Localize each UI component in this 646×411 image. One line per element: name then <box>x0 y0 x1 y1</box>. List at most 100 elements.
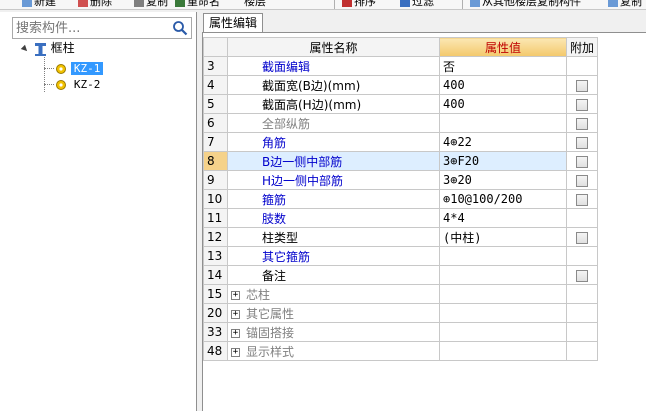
property-value-cell[interactable] <box>439 341 567 361</box>
property-name: H边一侧中部筋 <box>262 173 344 188</box>
property-name-header[interactable]: 属性名称 <box>227 37 440 57</box>
table-row[interactable]: 13 其它箍筋 <box>203 246 599 266</box>
row-number[interactable]: 11 <box>203 208 228 228</box>
attach-checkbox[interactable] <box>576 174 588 187</box>
attach-checkbox[interactable] <box>576 193 588 206</box>
expand-plus-icon[interactable]: + <box>231 328 240 338</box>
row-number[interactable]: 10 <box>203 189 228 209</box>
toolbar-floor-button[interactable]: 楼层 <box>244 0 266 9</box>
row-number[interactable]: 9 <box>203 170 228 190</box>
property-value-cell[interactable]: 400 <box>439 75 567 95</box>
expand-plus-icon[interactable]: + <box>231 347 240 357</box>
property-name-cell[interactable]: 其它箍筋 <box>227 246 440 266</box>
table-row[interactable]: 15 + 芯柱 <box>203 284 599 304</box>
property-name-cell[interactable]: 截面编辑 <box>227 56 440 76</box>
property-value-cell[interactable] <box>439 113 567 133</box>
toolbar-rename-button[interactable]: 重命名 <box>175 0 220 9</box>
toolbar-copy-from-floor-button[interactable]: 从其他楼层复制构件 <box>470 0 581 9</box>
toolbar-sort-button[interactable]: 排序 <box>342 0 376 9</box>
property-name-cell[interactable]: 角筋 <box>227 132 440 152</box>
property-name-cell[interactable]: 截面高(H边)(mm) <box>227 94 440 114</box>
property-name-cell[interactable]: + 其它属性 <box>227 303 440 323</box>
toolbar-copy-button[interactable]: 复制 <box>134 0 168 9</box>
row-number[interactable]: 14 <box>203 265 228 285</box>
search-input[interactable] <box>13 18 163 38</box>
row-number[interactable]: 15 <box>203 284 228 304</box>
attach-checkbox[interactable] <box>576 98 588 111</box>
property-value-cell[interactable]: (中柱) <box>439 227 567 247</box>
property-name-cell[interactable]: + 锚固搭接 <box>227 322 440 342</box>
row-number[interactable]: 6 <box>203 113 228 133</box>
property-name-cell[interactable]: + 芯柱 <box>227 284 440 304</box>
toolbar-delete-button[interactable]: 删除 <box>78 0 112 9</box>
property-value-header[interactable]: 属性值 <box>439 37 567 57</box>
table-row[interactable]: 3 截面编辑 否 <box>203 56 599 76</box>
toolbar-copy2-button[interactable]: 复制 <box>608 0 642 9</box>
attach-checkbox[interactable] <box>576 155 588 168</box>
collapse-triangle-icon[interactable] <box>20 44 30 54</box>
table-row[interactable]: 8 B边一侧中部筋 3⊕F20 <box>203 151 599 171</box>
property-value-cell[interactable]: 4⊕22 <box>439 132 567 152</box>
row-number[interactable]: 12 <box>203 227 228 247</box>
property-value-cell[interactable] <box>439 303 567 323</box>
property-name-cell[interactable]: B边一侧中部筋 <box>227 151 440 171</box>
property-value-cell[interactable]: 400 <box>439 94 567 114</box>
property-value-cell[interactable] <box>439 246 567 266</box>
attach-header[interactable]: 附加 <box>565 37 599 57</box>
table-row[interactable]: 20 + 其它属性 <box>203 303 599 323</box>
property-name: 柱类型 <box>262 230 299 245</box>
property-name-cell[interactable]: + 显示样式 <box>227 341 440 361</box>
property-value-cell[interactable]: 4*4 <box>439 208 567 228</box>
table-row[interactable]: 5 截面高(H边)(mm) 400 <box>203 94 599 114</box>
expand-plus-icon[interactable]: + <box>231 290 240 300</box>
row-number[interactable]: 3 <box>203 56 228 76</box>
row-number[interactable]: 20 <box>203 303 228 323</box>
table-row[interactable]: 12 柱类型 (中柱) <box>203 227 599 247</box>
row-number[interactable]: 33 <box>203 322 228 342</box>
property-value-cell[interactable] <box>439 322 567 342</box>
property-value-cell[interactable]: 3⊕F20 <box>439 151 567 171</box>
property-value-cell[interactable] <box>439 284 567 304</box>
attach-checkbox[interactable] <box>576 79 588 92</box>
row-number[interactable]: 7 <box>203 132 228 152</box>
property-value-cell[interactable]: ⊕10@100/200 <box>439 189 567 209</box>
property-name: 显示样式 <box>246 344 295 359</box>
attach-checkbox[interactable] <box>576 117 588 130</box>
property-name-cell[interactable]: 箍筋 <box>227 189 440 209</box>
property-value-cell[interactable]: 3⊕20 <box>439 170 567 190</box>
table-row[interactable]: 7 角筋 4⊕22 <box>203 132 599 152</box>
table-row[interactable]: 6 全部纵筋 <box>203 113 599 133</box>
table-row[interactable]: 14 备注 <box>203 265 599 285</box>
property-value-cell[interactable] <box>439 265 567 285</box>
toolbar-filter-button[interactable]: 过滤 <box>400 0 434 9</box>
attach-checkbox[interactable] <box>576 136 588 149</box>
table-row[interactable]: 10 箍筋 ⊕10@100/200 <box>203 189 599 209</box>
property-name-cell[interactable]: 肢数 <box>227 208 440 228</box>
row-number[interactable]: 13 <box>203 246 228 266</box>
property-name-cell[interactable]: 备注 <box>227 265 440 285</box>
property-name-cell[interactable]: H边一侧中部筋 <box>227 170 440 190</box>
search-icon[interactable] <box>172 20 188 36</box>
tree-item-kz-2[interactable]: KZ-2 <box>55 76 103 92</box>
property-name-cell[interactable]: 柱类型 <box>227 227 440 247</box>
attach-checkbox[interactable] <box>576 269 588 282</box>
tree-root-framecolumn[interactable]: 框柱 <box>20 40 75 56</box>
expand-plus-icon[interactable]: + <box>231 309 240 319</box>
row-number[interactable]: 4 <box>203 75 228 95</box>
attach-cell <box>565 189 599 209</box>
table-row[interactable]: 4 截面宽(B边)(mm) 400 <box>203 75 599 95</box>
property-name-cell[interactable]: 全部纵筋 <box>227 113 440 133</box>
attach-checkbox[interactable] <box>576 231 588 244</box>
table-row[interactable]: 9 H边一侧中部筋 3⊕20 <box>203 170 599 190</box>
row-number[interactable]: 5 <box>203 94 228 114</box>
table-row[interactable]: 11 肢数 4*4 <box>203 208 599 228</box>
row-number[interactable]: 48 <box>203 341 228 361</box>
table-row[interactable]: 48 + 显示样式 <box>203 341 599 361</box>
toolbar-new-button[interactable]: 新建 <box>22 0 56 9</box>
row-number[interactable]: 8 <box>203 151 228 171</box>
property-value-cell[interactable]: 否 <box>439 56 567 76</box>
table-row[interactable]: 33 + 锚固搭接 <box>203 322 599 342</box>
property-name-cell[interactable]: 截面宽(B边)(mm) <box>227 75 440 95</box>
tab-property-edit[interactable]: 属性编辑 <box>203 13 263 32</box>
tree-item-kz-1[interactable]: KZ-1 <box>55 60 104 76</box>
